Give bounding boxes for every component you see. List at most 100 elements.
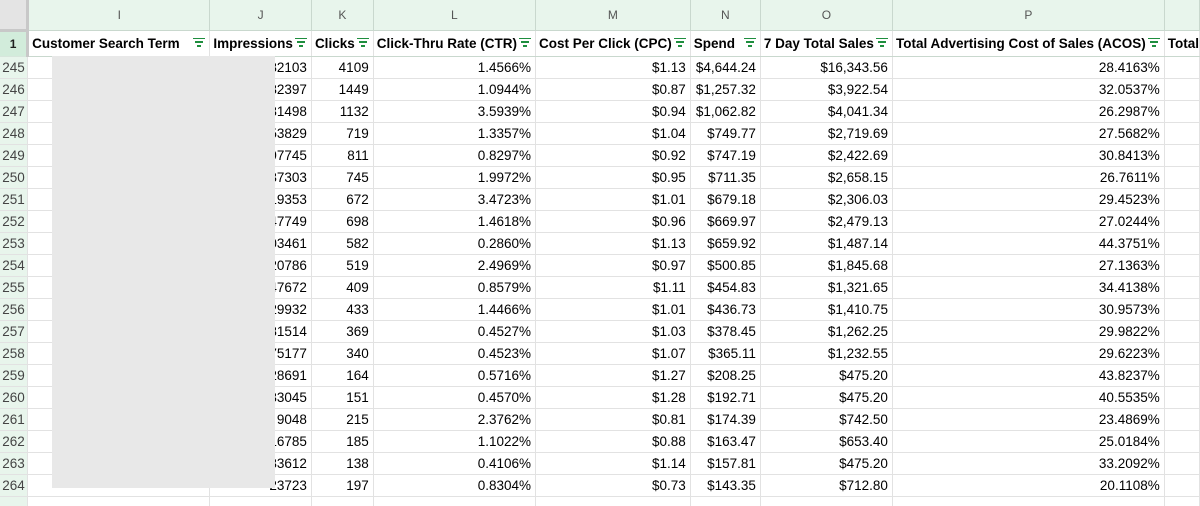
filter-icon[interactable] <box>875 37 888 48</box>
cell-total[interactable] <box>1164 166 1200 189</box>
cell-total[interactable] <box>1164 408 1200 431</box>
filter-icon[interactable] <box>294 37 307 48</box>
cell-clicks[interactable]: 409 <box>311 276 374 299</box>
cell-spend[interactable]: $208.25 <box>690 364 761 387</box>
cell-spend[interactable]: $1,257.32 <box>690 78 761 101</box>
cell-sales[interactable]: $2,658.15 <box>760 166 893 189</box>
cell-total[interactable] <box>1164 100 1200 123</box>
cell-clicks[interactable]: 698 <box>311 210 374 233</box>
row-number[interactable]: 261 <box>0 408 29 431</box>
cell-clicks[interactable]: 719 <box>311 122 374 145</box>
cell-total[interactable] <box>1164 342 1200 365</box>
cell-cpc[interactable]: $0.73 <box>535 474 691 497</box>
cell-ctr[interactable]: 3.4723% <box>373 188 536 211</box>
cell-sales[interactable]: $1,845.68 <box>760 254 893 277</box>
row-number[interactable]: 259 <box>0 364 29 387</box>
column-header-L[interactable]: L <box>373 0 536 31</box>
cell-ctr[interactable]: 1.4466% <box>373 298 536 321</box>
cell-clicks[interactable]: 582 <box>311 232 374 255</box>
cell-ctr[interactable]: 1.0944% <box>373 78 536 101</box>
cell-spend[interactable]: $500.85 <box>690 254 761 277</box>
column-header-I[interactable]: I <box>27 0 211 31</box>
cell-spend[interactable]: $163.47 <box>690 430 761 453</box>
cell-sales[interactable]: $4,041.34 <box>760 100 893 123</box>
row-number[interactable]: 258 <box>0 342 29 365</box>
cell-cpc[interactable]: $0.97 <box>535 254 691 277</box>
cell-cpc[interactable]: $1.01 <box>535 188 691 211</box>
cell-ctr[interactable]: 3.5939% <box>373 100 536 123</box>
header-clicks[interactable]: Clicks <box>311 30 374 57</box>
header-acos[interactable]: Total Advertising Cost of Sales (ACOS) <box>892 30 1165 57</box>
filter-icon[interactable] <box>518 37 531 48</box>
cell-sales[interactable]: $475.20 <box>760 386 893 409</box>
cell-sales[interactable]: $1,262.25 <box>760 320 893 343</box>
cell-acos[interactable]: 29.4523% <box>892 188 1165 211</box>
cell-spend[interactable]: $143.35 <box>690 474 761 497</box>
row-number[interactable]: 249 <box>0 144 29 167</box>
cell-spend[interactable]: $4,644.24 <box>690 56 761 79</box>
cell-sales[interactable]: $653.40 <box>760 430 893 453</box>
cell-cpc[interactable]: $0.94 <box>535 100 691 123</box>
cell-clicks[interactable]: 433 <box>311 298 374 321</box>
cell-clicks[interactable]: 164 <box>311 364 374 387</box>
cell-cpc[interactable]: $1.28 <box>535 386 691 409</box>
cell-spend[interactable]: $749.77 <box>690 122 761 145</box>
cell-cpc[interactable]: $0.88 <box>535 430 691 453</box>
cell-sales[interactable]: $742.50 <box>760 408 893 431</box>
cell-total[interactable] <box>1164 78 1200 101</box>
cell-cpc[interactable]: $1.13 <box>535 232 691 255</box>
row-number[interactable]: 246 <box>0 78 29 101</box>
cell-sales[interactable]: $475.20 <box>760 452 893 475</box>
cell-spend[interactable]: $192.71 <box>690 386 761 409</box>
cell-sales[interactable]: $1,410.75 <box>760 298 893 321</box>
cell-spend[interactable]: $157.81 <box>690 452 761 475</box>
cell-spend[interactable]: $747.19 <box>690 144 761 167</box>
cell-acos[interactable]: 29.9822% <box>892 320 1165 343</box>
cell-ctr[interactable]: 0.8579% <box>373 276 536 299</box>
cell-clicks[interactable]: 4109 <box>311 56 374 79</box>
cell-sales[interactable]: $1,232.55 <box>760 342 893 365</box>
cell-spend[interactable]: $679.18 <box>690 188 761 211</box>
header-cpc[interactable]: Cost Per Click (CPC) <box>535 30 691 57</box>
column-header-N[interactable]: N <box>690 0 761 31</box>
column-header-M[interactable]: M <box>535 0 691 31</box>
cell-clicks[interactable]: 811 <box>311 144 374 167</box>
row-number[interactable]: 250 <box>0 166 29 189</box>
cell-sales[interactable]: $2,306.03 <box>760 188 893 211</box>
filter-icon[interactable] <box>743 37 756 48</box>
cell-spend[interactable]: $659.92 <box>690 232 761 255</box>
cell-sales[interactable]: $2,719.69 <box>760 122 893 145</box>
cell-total[interactable] <box>1164 144 1200 167</box>
filter-icon[interactable] <box>356 37 369 48</box>
cell-ctr[interactable]: 2.3762% <box>373 408 536 431</box>
cell-ctr[interactable]: 1.4618% <box>373 210 536 233</box>
cell-acos[interactable]: 43.8237% <box>892 364 1165 387</box>
cell-ctr[interactable]: 1.1022% <box>373 430 536 453</box>
cell-cpc[interactable]: $1.07 <box>535 342 691 365</box>
filter-icon[interactable] <box>193 37 206 48</box>
row-number[interactable] <box>0 496 29 506</box>
row-number[interactable]: 256 <box>0 298 29 321</box>
cell-clicks[interactable]: 519 <box>311 254 374 277</box>
cell-cpc[interactable]: $1.14 <box>535 452 691 475</box>
header-total-truncated[interactable]: Total <box>1164 30 1200 57</box>
row-number[interactable]: 253 <box>0 232 29 255</box>
cell-acos[interactable]: 30.9573% <box>892 298 1165 321</box>
row-number[interactable]: 247 <box>0 100 29 123</box>
cell-ctr[interactable]: 0.4570% <box>373 386 536 409</box>
cell-acos[interactable]: 34.4138% <box>892 276 1165 299</box>
cell-total[interactable] <box>1164 452 1200 475</box>
cell-ctr[interactable]: 0.8304% <box>373 474 536 497</box>
cell-clicks[interactable]: 340 <box>311 342 374 365</box>
cell-spend[interactable]: $711.35 <box>690 166 761 189</box>
row-number[interactable]: 263 <box>0 452 29 475</box>
cell-clicks[interactable]: 745 <box>311 166 374 189</box>
cell-clicks[interactable]: 1449 <box>311 78 374 101</box>
cell-total[interactable] <box>1164 232 1200 255</box>
cell-clicks[interactable]: 185 <box>311 430 374 453</box>
cell-total[interactable] <box>1164 474 1200 497</box>
cell-acos[interactable]: 23.4869% <box>892 408 1165 431</box>
row-number[interactable]: 257 <box>0 320 29 343</box>
header-ctr[interactable]: Click-Thru Rate (CTR) <box>373 30 536 57</box>
row-number[interactable]: 252 <box>0 210 29 233</box>
